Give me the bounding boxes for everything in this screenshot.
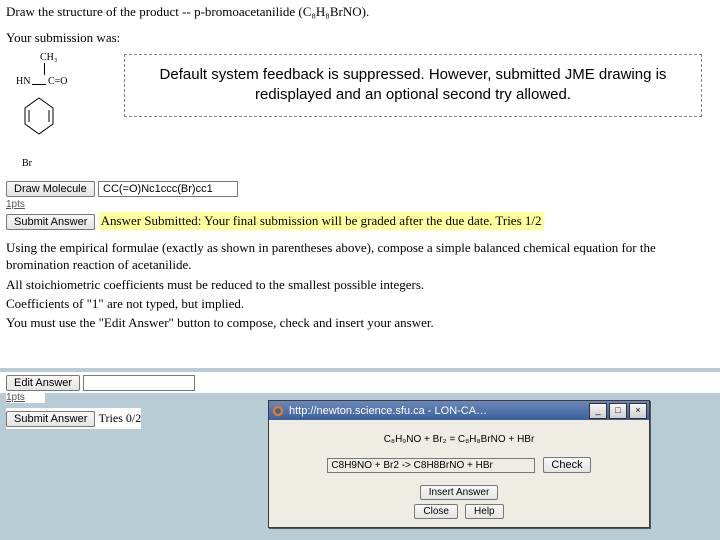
submission-feedback: Answer Submitted: Your final submission …	[99, 212, 544, 230]
benzene-ring-icon	[22, 96, 56, 136]
popup-title: http://newton.science.sfu.ca - LON-CA…	[289, 405, 587, 417]
popup-titlebar[interactable]: http://newton.science.sfu.ca - LON-CA… _…	[269, 401, 649, 420]
mol-br: Br	[22, 158, 32, 169]
answer-field[interactable]	[83, 375, 195, 391]
equation-input[interactable]: C8H9NO + Br2 -> C8H8BrNO + HBr	[327, 458, 535, 473]
question-prompt-1: Draw the structure of the product -- p-b…	[0, 0, 720, 22]
smiles-field[interactable]: CC(=O)Nc1ccc(Br)cc1	[98, 181, 238, 197]
close-window-button[interactable]: ×	[629, 403, 647, 419]
molecule-drawing: CH₃ HN C=O Br	[4, 48, 74, 178]
close-button[interactable]: Close	[414, 504, 458, 519]
points-2: 1pts	[6, 392, 45, 403]
equation-display: C₈H₉NO + Br₂ = C₈H₈BrNO + HBr	[279, 434, 639, 445]
equation-editor-popup: http://newton.science.sfu.ca - LON-CA… _…	[268, 400, 650, 528]
submit-answer-button-1[interactable]: Submit Answer	[6, 214, 95, 230]
help-button[interactable]: Help	[465, 504, 504, 519]
feedback-callout: Default system feedback is suppressed. H…	[124, 54, 702, 117]
insert-answer-button[interactable]: Insert Answer	[420, 485, 499, 500]
submit-answer-button-2[interactable]: Submit Answer	[6, 411, 95, 427]
points-1: 1pts	[0, 199, 720, 210]
note-stoichiometry: All stoichiometric coefficients must be …	[0, 276, 720, 295]
mol-co: C=O	[48, 76, 68, 87]
tries-2: Tries 0/2	[99, 411, 142, 425]
edit-answer-button[interactable]: Edit Answer	[6, 375, 80, 391]
note-edit: You must use the "Edit Answer" button to…	[0, 314, 720, 333]
question-prompt-2: Using the empirical formulae (exactly as…	[0, 232, 720, 276]
note-coefficients: Coefficients of "1" are not typed, but i…	[0, 295, 720, 314]
check-button[interactable]: Check	[543, 457, 590, 473]
firefox-icon	[271, 404, 285, 418]
submission-label: Your submission was:	[0, 22, 720, 48]
mol-hn: HN	[16, 76, 30, 87]
maximize-button[interactable]: □	[609, 403, 627, 419]
draw-molecule-button[interactable]: Draw Molecule	[6, 181, 95, 197]
mol-ch3: CH₃	[40, 52, 57, 63]
minimize-button[interactable]: _	[589, 403, 607, 419]
